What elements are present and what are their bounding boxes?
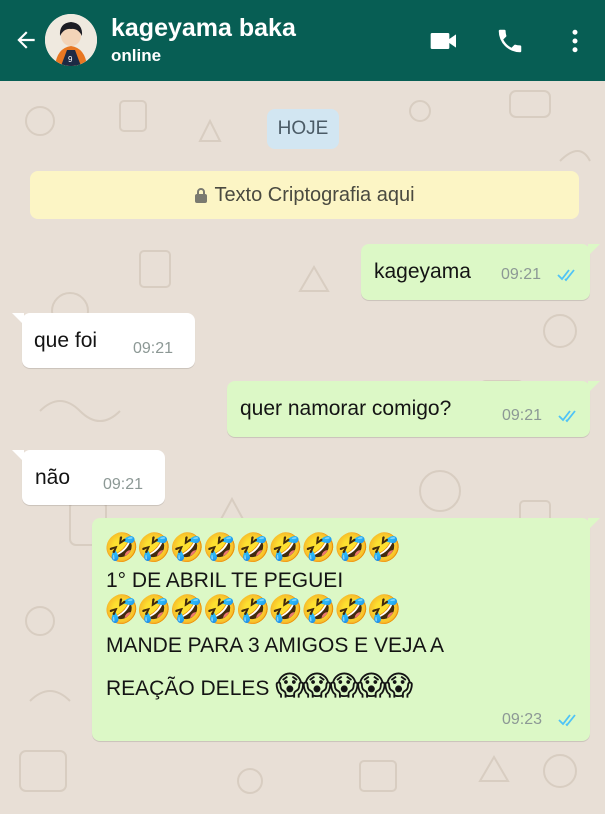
- message-time: 09:21: [502, 407, 543, 424]
- emoji-line: 🤣🤣🤣🤣🤣🤣🤣🤣🤣: [104, 532, 402, 563]
- message-text: kageyama: [374, 260, 471, 283]
- message-time: 09:21: [133, 340, 174, 357]
- message-time: 09:21: [103, 476, 144, 493]
- voice-call-button[interactable]: [493, 24, 527, 58]
- message-time: 09:21: [501, 266, 542, 283]
- message-bubble-incoming[interactable]: não 09:21: [12, 450, 165, 505]
- double-check-icon: [557, 269, 575, 282]
- phone-icon: [498, 29, 522, 53]
- bubble-tail: [588, 244, 600, 256]
- emoji-line: 🤣🤣🤣🤣🤣🤣🤣🤣🤣: [104, 594, 402, 625]
- bubble-tail: [588, 518, 600, 530]
- message-bubble-outgoing[interactable]: kageyama 09:21: [361, 244, 600, 300]
- double-check-icon: [558, 410, 576, 423]
- message-bubble-outgoing[interactable]: 🤣🤣🤣🤣🤣🤣🤣🤣🤣 1° DE ABRIL TE PEGUEI 🤣🤣🤣🤣🤣🤣🤣🤣…: [92, 518, 600, 741]
- encryption-text: Texto Criptografia aqui: [214, 183, 415, 206]
- chat-header: 9 kageyama baka online: [0, 0, 605, 81]
- lock-icon: [195, 188, 208, 203]
- video-call-button[interactable]: [427, 24, 461, 58]
- contact-status: online: [111, 46, 162, 65]
- more-vertical-icon: [572, 29, 578, 53]
- message-text: MANDE PARA 3 AMIGOS E VEJA A: [106, 634, 445, 657]
- message-time: 09:23: [502, 711, 543, 728]
- message-text: quer namorar comigo?: [240, 397, 452, 420]
- back-button[interactable]: [10, 24, 42, 56]
- arrow-left-icon: [17, 31, 35, 49]
- svg-text:9: 9: [68, 55, 73, 64]
- contact-name[interactable]: kageyama baka: [111, 14, 296, 43]
- double-check-icon: [558, 714, 576, 727]
- message-text: 1° DE ABRIL TE PEGUEI: [106, 569, 344, 592]
- menu-button[interactable]: [558, 24, 592, 58]
- encryption-banner[interactable]: Texto Criptografia aqui: [30, 171, 579, 219]
- message-text: não: [35, 466, 71, 489]
- avatar[interactable]: 9: [45, 14, 97, 66]
- message-text: que foi: [34, 329, 98, 352]
- message-bubble-outgoing[interactable]: quer namorar comigo? 09:21: [227, 381, 600, 437]
- date-chip: HOJE: [267, 109, 339, 149]
- message-text-last-line: REAÇÃO DELES 😱😱😱😱😱: [106, 669, 413, 702]
- video-call-icon: [430, 33, 456, 49]
- bubble-tail: [12, 313, 24, 325]
- emoji-line: 😱😱😱😱😱: [275, 670, 413, 701]
- bubble-tail: [12, 450, 24, 462]
- message-text: REAÇÃO DELES: [106, 677, 270, 700]
- message-bubble-incoming[interactable]: que foi 09:21: [12, 313, 195, 368]
- bubble-tail: [588, 381, 600, 393]
- chat-area[interactable]: HOJE Texto Criptografia aqui kageyama 09…: [0, 81, 605, 814]
- avatar-image: 9: [45, 14, 97, 66]
